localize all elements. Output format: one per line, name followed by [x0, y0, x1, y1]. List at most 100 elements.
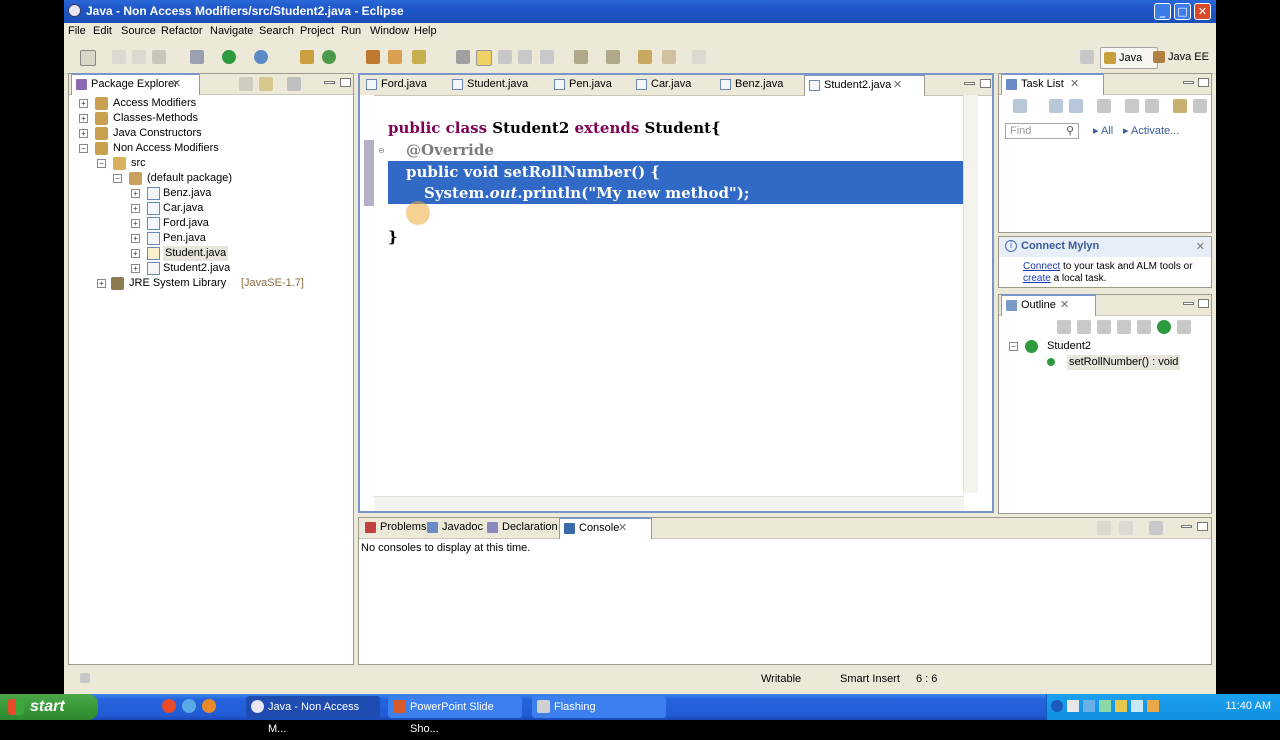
minimize-view-icon[interactable] — [324, 81, 335, 84]
close-tab-icon[interactable]: ✕ — [893, 76, 902, 95]
tab-task-list[interactable]: Task List ✕ — [1001, 73, 1104, 95]
tab-car[interactable]: Car.java — [632, 75, 715, 94]
expand-icon[interactable]: + — [131, 204, 140, 213]
connect-link[interactable]: Connect — [1023, 261, 1060, 272]
prev-annotation-icon[interactable] — [606, 50, 620, 64]
new-task-icon[interactable] — [1013, 99, 1027, 113]
pin-console-icon[interactable] — [1119, 521, 1133, 535]
menu-help[interactable]: Help — [414, 25, 437, 37]
run-icon[interactable] — [222, 50, 236, 64]
maximize-view-icon[interactable] — [1197, 522, 1208, 531]
maximize-view-icon[interactable] — [340, 78, 351, 87]
tab-package-explorer[interactable]: Package Explorer ✕ — [71, 73, 200, 95]
collapse-icon[interactable]: − — [1009, 342, 1018, 351]
outline-class[interactable]: − Student2 — [1009, 339, 1199, 354]
tree-item-student[interactable]: + Student.java — [131, 246, 331, 261]
expand-icon[interactable]: + — [131, 189, 140, 198]
tab-benz[interactable]: Benz.java — [716, 75, 805, 94]
clear-console-icon[interactable] — [1097, 521, 1111, 535]
external-tools-icon[interactable] — [254, 50, 268, 64]
minimize-view-icon[interactable] — [1183, 81, 1194, 84]
menu-run[interactable]: Run — [341, 25, 361, 37]
hide-fields-icon[interactable] — [1117, 320, 1131, 334]
hide-local-types-icon[interactable] — [1177, 320, 1191, 334]
open-perspective-icon[interactable] — [1080, 50, 1094, 64]
tray-icon-1[interactable] — [1067, 700, 1079, 712]
find-input[interactable]: Find ⚲ — [1005, 123, 1079, 139]
categorized-icon[interactable] — [1049, 99, 1063, 113]
save-all-icon[interactable] — [132, 50, 146, 64]
collapse-all-icon[interactable] — [1077, 320, 1091, 334]
mark-occurrences-icon[interactable] — [476, 50, 492, 66]
expand-icon[interactable]: + — [79, 129, 88, 138]
taskbar-flashing[interactable]: Flashing — [532, 696, 666, 718]
next-annotation-icon[interactable] — [574, 50, 588, 64]
code-line-2[interactable]: @Override — [406, 141, 494, 159]
expand-icon[interactable]: + — [97, 279, 106, 288]
tree-item-non-access-modifiers[interactable]: − Non Access Modifiers — [79, 141, 339, 156]
tree-item-pen[interactable]: + Pen.java — [131, 231, 331, 246]
taskbar-powerpoint[interactable]: PowerPoint Slide Sho... — [388, 696, 522, 735]
show-whitespace-icon[interactable] — [518, 50, 532, 64]
fast-view-icon[interactable] — [80, 673, 90, 683]
tray-icon-4[interactable] — [1115, 700, 1127, 712]
close-button[interactable]: ✕ — [1194, 3, 1211, 20]
tree-item-jre-library[interactable]: + JRE System Library [JavaSE-1.7] — [97, 276, 337, 291]
tree-item-student2[interactable]: + Student2.java — [131, 261, 331, 276]
filter-icon[interactable] — [1097, 99, 1111, 113]
menu-edit[interactable]: Edit — [93, 25, 112, 37]
tab-pen[interactable]: Pen.java — [550, 75, 633, 94]
collapse-icon[interactable]: − — [97, 159, 106, 168]
scheduled-icon[interactable] — [1069, 99, 1083, 113]
expand-icon[interactable]: + — [79, 99, 88, 108]
expand-icon[interactable]: + — [131, 234, 140, 243]
new-java-project-icon[interactable] — [300, 50, 314, 64]
maximize-view-icon[interactable] — [1198, 299, 1209, 308]
activate-link[interactable]: ▸ Activate... — [1123, 124, 1179, 137]
maximize-view-icon[interactable] — [1198, 78, 1209, 87]
minimize-view-icon[interactable] — [1183, 302, 1194, 305]
search-icon[interactable]: ⚲ — [1066, 124, 1074, 138]
tree-item-ford[interactable]: + Ford.java — [131, 216, 331, 231]
menu-file[interactable]: File — [68, 25, 86, 37]
open-type-icon[interactable] — [366, 50, 380, 64]
pilcrow-icon[interactable] — [540, 50, 554, 64]
new-icon[interactable] — [80, 50, 96, 66]
minimize-button[interactable]: _ — [1154, 3, 1171, 20]
tree-item-access-modifiers[interactable]: + Access Modifiers — [79, 96, 339, 111]
tray-icon-3[interactable] — [1099, 700, 1111, 712]
tree-item-classes-methods[interactable]: + Classes-Methods — [79, 111, 339, 126]
toggle-breadcrumb-icon[interactable] — [456, 50, 470, 64]
new-class-icon[interactable] — [322, 50, 336, 64]
save-icon[interactable] — [112, 50, 126, 64]
expand-icon[interactable]: + — [79, 114, 88, 123]
tree-item-src[interactable]: − src — [97, 156, 337, 171]
expand-icon[interactable]: + — [131, 249, 140, 258]
block-selection-icon[interactable] — [498, 50, 512, 64]
menu-search[interactable]: Search — [259, 25, 294, 37]
perspective-javaee[interactable]: Java EE — [1150, 47, 1222, 67]
tree-item-java-constructors[interactable]: + Java Constructors — [79, 126, 339, 141]
tree-item-benz[interactable]: + Benz.java — [131, 186, 331, 201]
collapse-all-icon[interactable] — [1145, 99, 1159, 113]
close-icon[interactable]: ✕ — [1196, 240, 1205, 253]
open-console-icon[interactable] — [1149, 521, 1163, 535]
code-line-6[interactable]: } — [388, 228, 398, 246]
close-tab-icon[interactable]: ✕ — [1060, 296, 1069, 315]
forward-icon[interactable] — [692, 50, 706, 64]
ie-icon[interactable] — [182, 699, 196, 713]
sort-alpha-icon[interactable] — [1097, 320, 1111, 334]
tray-arrow-icon[interactable] — [1051, 700, 1063, 712]
tab-student2[interactable]: Student2.java ✕ — [804, 74, 925, 96]
menu-refactor[interactable]: Refactor — [161, 25, 203, 37]
code-line-3[interactable]: public void setRollNumber() { — [406, 163, 660, 181]
link-with-editor-icon[interactable] — [259, 77, 273, 91]
menu-navigate[interactable]: Navigate — [210, 25, 253, 37]
collapse-all-icon[interactable] — [239, 77, 253, 91]
tab-student[interactable]: Student.java — [448, 75, 551, 94]
start-button[interactable]: start — [0, 694, 98, 720]
back-icon[interactable] — [662, 50, 676, 64]
maximize-editor-icon[interactable] — [980, 79, 991, 88]
sort-icon[interactable] — [1057, 320, 1071, 334]
taskbar-eclipse[interactable]: Java - Non Access M... — [246, 696, 380, 735]
